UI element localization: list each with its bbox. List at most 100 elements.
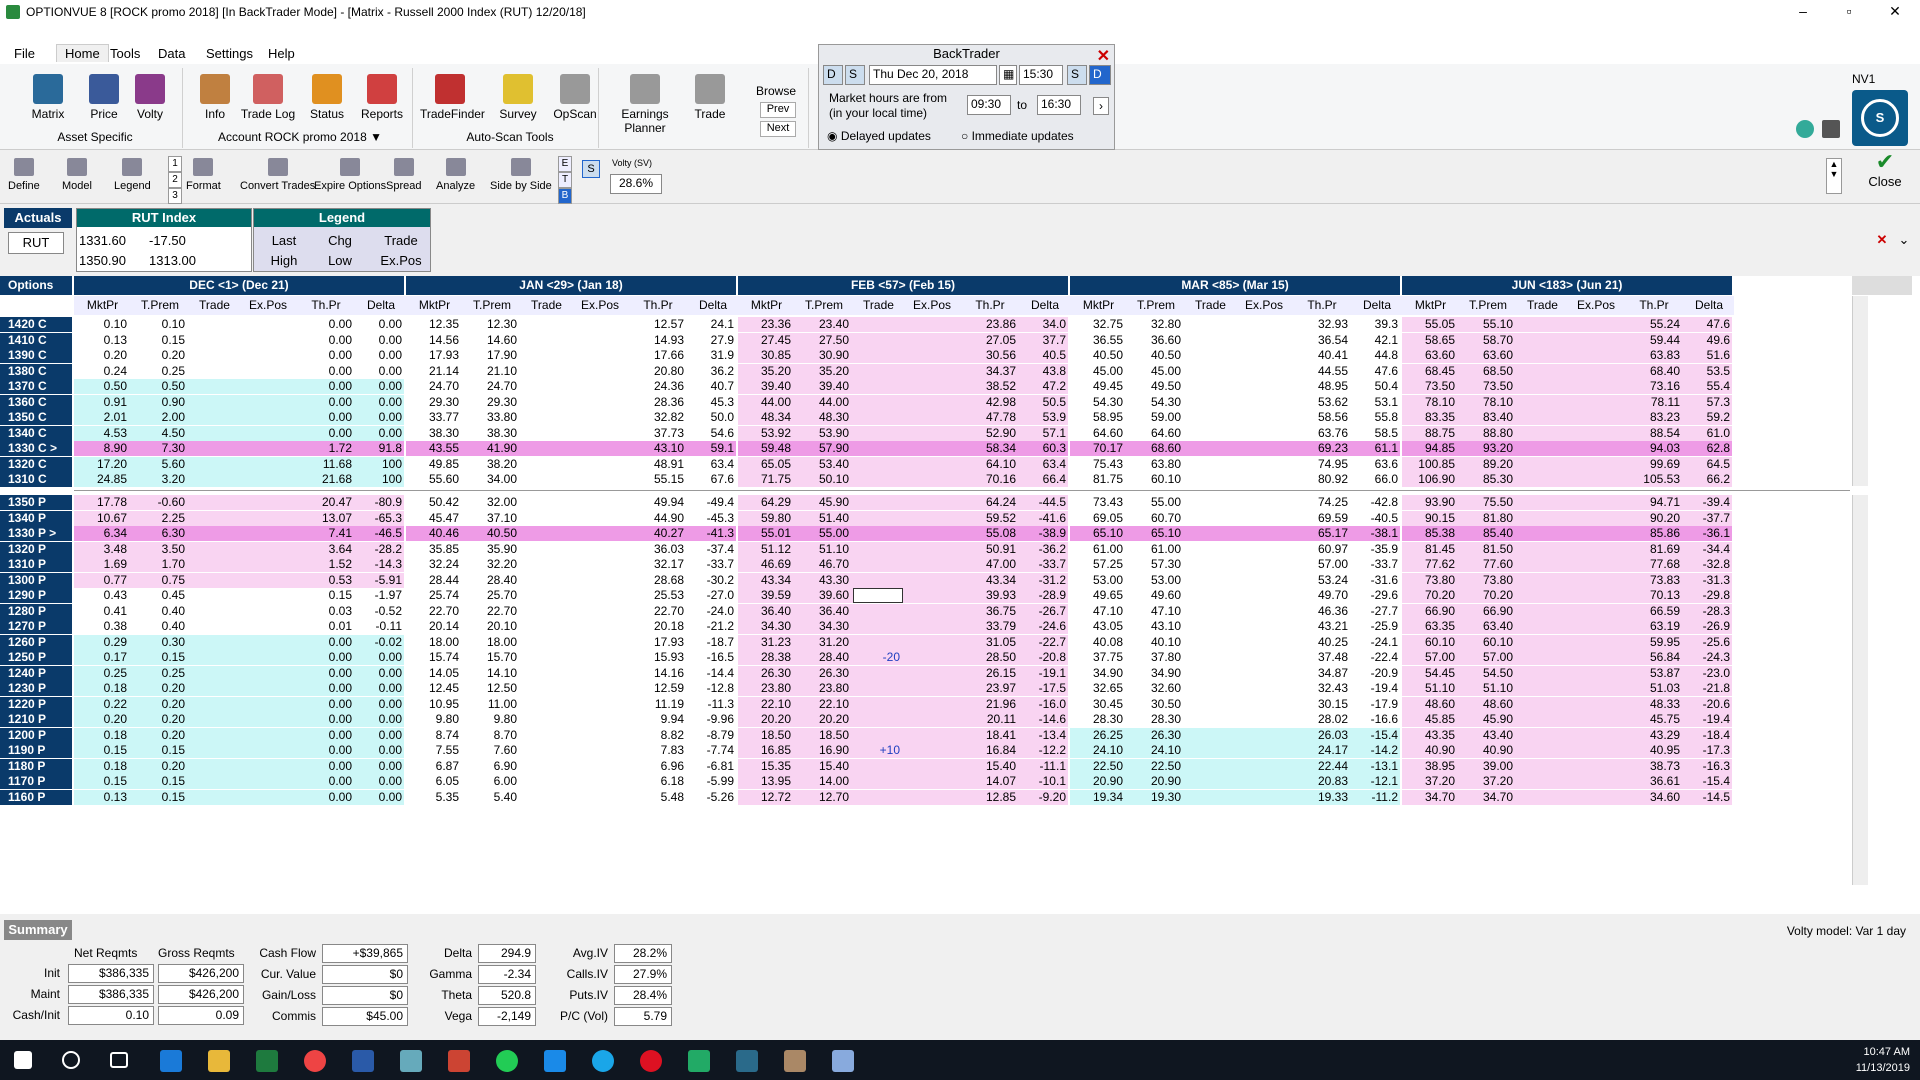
trade-cell[interactable]	[189, 650, 240, 665]
trade-cell[interactable]	[853, 790, 904, 805]
trade-cell[interactable]	[853, 635, 904, 650]
dropdown-icon[interactable]: ⌄	[1896, 232, 1912, 248]
next-button[interactable]: Next	[760, 121, 796, 137]
ribbon-trade-log-button[interactable]: Trade Log	[238, 74, 298, 121]
minimize-button[interactable]: –	[1780, 0, 1826, 22]
trade-cell[interactable]	[521, 379, 572, 394]
task-view-icon[interactable]	[110, 1052, 128, 1068]
toolbar-spread-button[interactable]: Spread	[386, 158, 421, 202]
trade-cell[interactable]	[189, 364, 240, 379]
trade-cell[interactable]	[1185, 743, 1236, 758]
trade-cell[interactable]	[189, 557, 240, 572]
trade-cell[interactable]	[1517, 495, 1568, 510]
trade-edit-cell[interactable]	[853, 588, 903, 603]
trade-cell[interactable]	[1517, 410, 1568, 425]
print-icon[interactable]	[1822, 120, 1840, 138]
trade-cell[interactable]	[1517, 426, 1568, 441]
trade-cell[interactable]	[189, 790, 240, 805]
market-close-field[interactable]: 16:30	[1037, 95, 1081, 115]
trade-cell[interactable]	[189, 759, 240, 774]
trade-cell[interactable]	[1517, 317, 1568, 332]
trade-cell[interactable]	[853, 410, 904, 425]
trade-cell[interactable]	[853, 495, 904, 510]
trade-cell[interactable]	[521, 573, 572, 588]
trade-cell[interactable]	[1517, 604, 1568, 619]
trade-cell[interactable]	[189, 666, 240, 681]
trade-cell[interactable]	[1517, 395, 1568, 410]
trade-cell[interactable]	[189, 410, 240, 425]
backtrader-close-icon[interactable]: ✕	[1097, 46, 1110, 66]
trade-cell[interactable]	[521, 441, 572, 456]
trade-cell[interactable]	[1185, 573, 1236, 588]
strike-label[interactable]: 1230 P	[0, 681, 72, 696]
app-icon-4[interactable]	[784, 1050, 806, 1072]
trade-cell[interactable]	[521, 604, 572, 619]
trade-cell[interactable]	[1517, 557, 1568, 572]
strike-label[interactable]: 1360 C	[0, 394, 72, 410]
menu-data[interactable]: Data	[158, 46, 185, 61]
trade-cell[interactable]	[189, 635, 240, 650]
trade-cell[interactable]	[1517, 774, 1568, 789]
ribbon-survey-button[interactable]: Survey	[488, 74, 548, 121]
s-toggle-button[interactable]: S	[582, 160, 600, 178]
ribbon-status-button[interactable]: Status	[297, 74, 357, 121]
trade-cell[interactable]	[521, 635, 572, 650]
trade-cell[interactable]	[1185, 441, 1236, 456]
trade-cell[interactable]	[853, 457, 904, 472]
strike-label[interactable]: 1170 P	[0, 774, 72, 789]
toolbar-side-by-side-button[interactable]: Side by Side	[490, 158, 552, 202]
trade-cell[interactable]: +10	[853, 743, 904, 758]
trade-cell[interactable]	[1517, 511, 1568, 526]
trade-cell[interactable]	[521, 681, 572, 696]
refresh-icon[interactable]	[1796, 120, 1814, 138]
trade-cell[interactable]	[853, 728, 904, 743]
ribbon-opscan-button[interactable]: OpScan	[545, 74, 605, 121]
trade-cell[interactable]	[1517, 635, 1568, 650]
chevron-right-icon[interactable]: ›	[1093, 97, 1109, 115]
excel-icon[interactable]	[256, 1050, 278, 1072]
trade-cell[interactable]	[1185, 511, 1236, 526]
trade-cell[interactable]	[853, 557, 904, 572]
trade-cell[interactable]	[1185, 681, 1236, 696]
menu-settings[interactable]: Settings	[206, 46, 253, 61]
close-window-button[interactable]: ✕	[1872, 0, 1918, 22]
trade-cell[interactable]	[521, 457, 572, 472]
trade-cell[interactable]	[189, 619, 240, 634]
trade-cell[interactable]	[853, 511, 904, 526]
trade-cell[interactable]	[1517, 526, 1568, 541]
puts-scrollbar[interactable]	[1852, 495, 1868, 885]
strike-label[interactable]: 1220 P	[0, 696, 72, 712]
trade-cell[interactable]	[853, 364, 904, 379]
trade-cell[interactable]	[521, 557, 572, 572]
trade-cell[interactable]	[521, 790, 572, 805]
skype-icon[interactable]	[592, 1050, 614, 1072]
volty-field[interactable]: 28.6%	[610, 174, 662, 194]
ribbon-earnings-planner-button[interactable]: Earnings Planner	[615, 74, 675, 135]
trade-cell[interactable]	[1517, 333, 1568, 348]
trade-cell[interactable]	[1185, 697, 1236, 712]
trade-cell[interactable]	[1185, 364, 1236, 379]
trade-cell[interactable]	[189, 379, 240, 394]
maximize-button[interactable]: ▫	[1826, 0, 1872, 22]
trade-cell[interactable]	[1185, 333, 1236, 348]
trade-cell[interactable]	[189, 511, 240, 526]
column-scroll-buttons[interactable]	[1852, 276, 1912, 295]
toolbar-expire-options-button[interactable]: Expire Options	[314, 158, 386, 202]
trade-cell[interactable]	[853, 395, 904, 410]
strike-label[interactable]: 1350 P	[0, 495, 72, 510]
backtrader-time-field[interactable]: 15:30	[1019, 65, 1063, 85]
trade-cell[interactable]	[189, 495, 240, 510]
toolbar-analyze-button[interactable]: Analyze	[436, 158, 475, 202]
step-fwd-session-button[interactable]: S	[1067, 65, 1087, 85]
strike-label[interactable]: 1410 C	[0, 332, 72, 348]
trade-cell[interactable]	[521, 472, 572, 487]
trade-cell[interactable]	[521, 712, 572, 727]
strike-label[interactable]: 1420 C	[0, 317, 72, 332]
trade-cell[interactable]	[853, 542, 904, 557]
legend-number-buttons[interactable]: 123	[168, 156, 182, 204]
toolbar-convert-trades-button[interactable]: Convert Trades	[240, 158, 315, 202]
step-back-day-button[interactable]: D	[823, 65, 843, 85]
trade-cell[interactable]	[189, 681, 240, 696]
trade-cell[interactable]	[1517, 728, 1568, 743]
trade-cell[interactable]	[521, 774, 572, 789]
